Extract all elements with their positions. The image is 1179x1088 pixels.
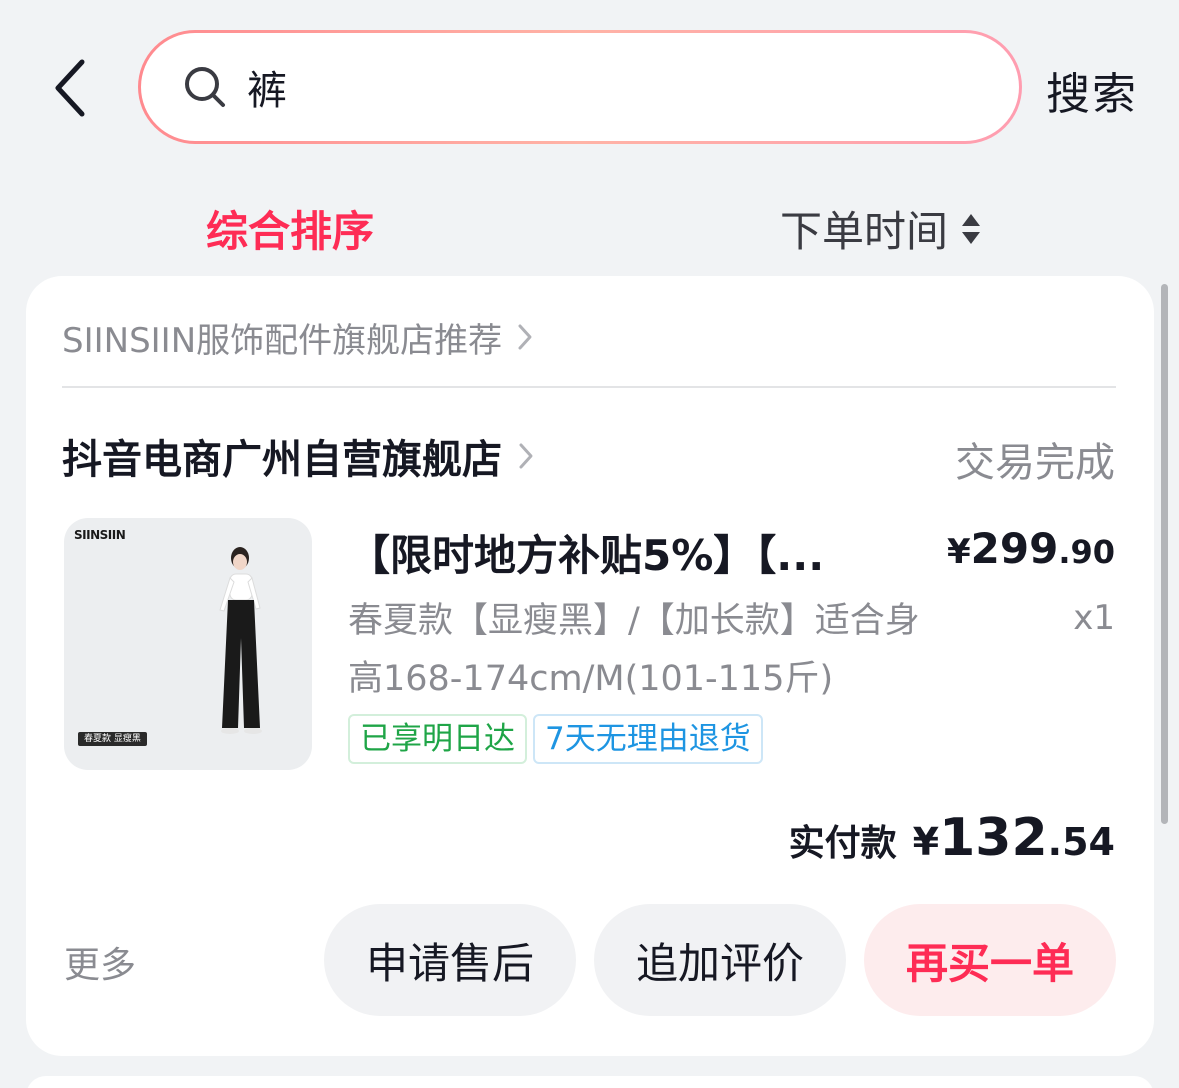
shop-name: 抖音电商广州自营旗舰店 [62, 437, 502, 483]
paid-symbol: ¥ [912, 820, 940, 864]
spec-line-1: 春夏款【显瘦黑】/【加长款】适合身 [348, 601, 920, 641]
recommend-shop-label: SIINSIIN服饰配件旗舰店推荐 [62, 320, 503, 361]
tab-order-time-label: 下单时间 [780, 207, 949, 256]
more-button[interactable]: 更多 [64, 936, 136, 988]
next-day-delivery-badge: 已享明日达 [348, 714, 527, 764]
search-box-inner [141, 33, 1019, 141]
product-quantity: x1 [1073, 598, 1115, 638]
product-title[interactable]: 【限时地方补贴5%】【... [348, 522, 896, 583]
paid-label: 实付款 [788, 823, 897, 864]
back-button[interactable] [40, 52, 100, 124]
chevron-right-icon [519, 443, 533, 469]
product-price: ¥ 299 .90 [947, 524, 1115, 573]
after-sale-button[interactable]: 申请售后 [324, 904, 576, 1016]
paid-integer: 132 [939, 808, 1048, 868]
search-input[interactable] [247, 57, 847, 117]
product-spec: 春夏款【显瘦黑】/【加长款】适合身 高168-174cm/M(101-115斤) [348, 592, 988, 708]
seven-day-return-badge: 7天无理由退货 [533, 714, 763, 764]
divider [62, 386, 1116, 388]
recommend-shop-link[interactable]: SIINSIIN服饰配件旗舰店推荐 [62, 312, 534, 362]
paid-decimal: .54 [1047, 820, 1115, 864]
price-symbol: ¥ [946, 532, 971, 572]
tab-comprehensive-label: 综合排序 [206, 207, 375, 256]
price-integer: 299 [970, 524, 1059, 573]
back-arrow-icon [55, 59, 85, 117]
paid-amount: 实付款 ¥ 132 .54 [789, 808, 1115, 868]
scrollbar[interactable] [1161, 284, 1168, 824]
price-decimal: .90 [1058, 533, 1115, 571]
next-order-card [26, 1076, 1154, 1088]
tab-comprehensive-sort[interactable]: 综合排序 [206, 198, 374, 259]
sort-arrows-icon [962, 213, 981, 244]
spec-line-2: 高168-174cm/M(101-115斤) [348, 659, 834, 699]
image-tag: 春夏款 显瘦黑 [78, 732, 147, 746]
search-button[interactable]: 搜索 [1046, 58, 1138, 122]
search-icon [185, 67, 225, 107]
product-image[interactable]: SIINSIIN 春夏款 显瘦黑 [64, 518, 312, 770]
tab-order-time[interactable]: 下单时间 [780, 198, 982, 259]
shop-name-link[interactable]: 抖音电商广州自营旗舰店 [62, 428, 536, 484]
add-review-button[interactable]: 追加评价 [594, 904, 846, 1016]
search-box[interactable] [138, 30, 1022, 144]
chevron-right-icon [518, 324, 532, 350]
order-search-page: 搜索 综合排序 下单时间 SIINSIIN服饰配件旗舰店推荐 抖音电商广州自营旗… [0, 0, 1179, 1088]
buy-again-button[interactable]: 再买一单 [864, 904, 1116, 1016]
order-status: 交易完成 [955, 440, 1115, 486]
